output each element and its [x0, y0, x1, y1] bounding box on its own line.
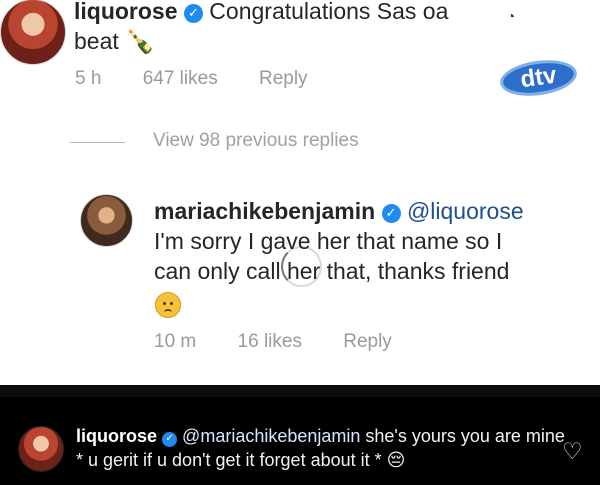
comment-1-line-2: beat	[74, 28, 119, 54]
comment-2-time: 10 m	[154, 331, 197, 352]
sad-face-icon: 😔	[386, 450, 406, 470]
comment-3-username[interactable]: liquorose	[76, 426, 157, 446]
comment-2-reply[interactable]: Reply	[343, 331, 392, 352]
comment-1-meta: 5 h 647 likes Reply	[75, 68, 344, 90]
channel-logo: dtv	[498, 55, 579, 101]
comment-2-username[interactable]: mariachikebenjamin	[154, 198, 375, 224]
comment-1-text: liquorose ✓ Congratulations Sas oa beat …	[74, 0, 448, 57]
verified-badge-icon: ✓	[162, 431, 178, 447]
comment-2-line-1: I'm sorry I gave her that name so I	[154, 228, 503, 254]
comment-1-time: 5 h	[75, 68, 102, 89]
comment-2-likes[interactable]: 16 likes	[238, 331, 302, 352]
heart-icon[interactable]: ♡	[562, 438, 583, 465]
avatar[interactable]	[80, 194, 133, 247]
view-replies-line	[70, 142, 125, 143]
comment-3-mention[interactable]: @mariachikebenjamin	[182, 426, 360, 446]
sad-face-icon	[155, 292, 181, 318]
comment-1-line-1: Congratulations Sas o	[209, 0, 436, 24]
comment-2-mention[interactable]: @liquorose	[407, 198, 524, 224]
comment-1-line-1-tail: a	[435, 0, 449, 24]
loading-indicator-icon	[281, 246, 322, 287]
verified-badge-icon: ✓	[183, 3, 203, 23]
comment-1-reply[interactable]: Reply	[259, 68, 308, 89]
comment-thread: liquorose ✓ Congratulations Sas oa beat …	[0, 0, 600, 385]
comment-2-line-2: can only call her that, thanks friend	[154, 258, 510, 284]
comment-2-meta: 10 m 16 likes Reply	[154, 331, 428, 353]
avatar[interactable]	[18, 426, 64, 472]
avatar[interactable]	[0, 0, 66, 65]
bottle-icon: 🍾	[125, 28, 156, 55]
verified-badge-icon: ✓	[381, 203, 401, 223]
comment-3-text: liquorose ✓ @mariachikebenjamin she's yo…	[76, 424, 571, 472]
comment-1-likes[interactable]: 647 likes	[143, 68, 218, 89]
section-separator	[0, 385, 600, 397]
comment-2-text: mariachikebenjamin ✓ @liquorose I'm sorr…	[154, 196, 524, 286]
view-previous-replies[interactable]: View 98 previous replies	[153, 130, 359, 152]
loading-indicator-icon: ◔	[500, 5, 522, 27]
comment-1-username[interactable]: liquorose	[74, 0, 178, 24]
